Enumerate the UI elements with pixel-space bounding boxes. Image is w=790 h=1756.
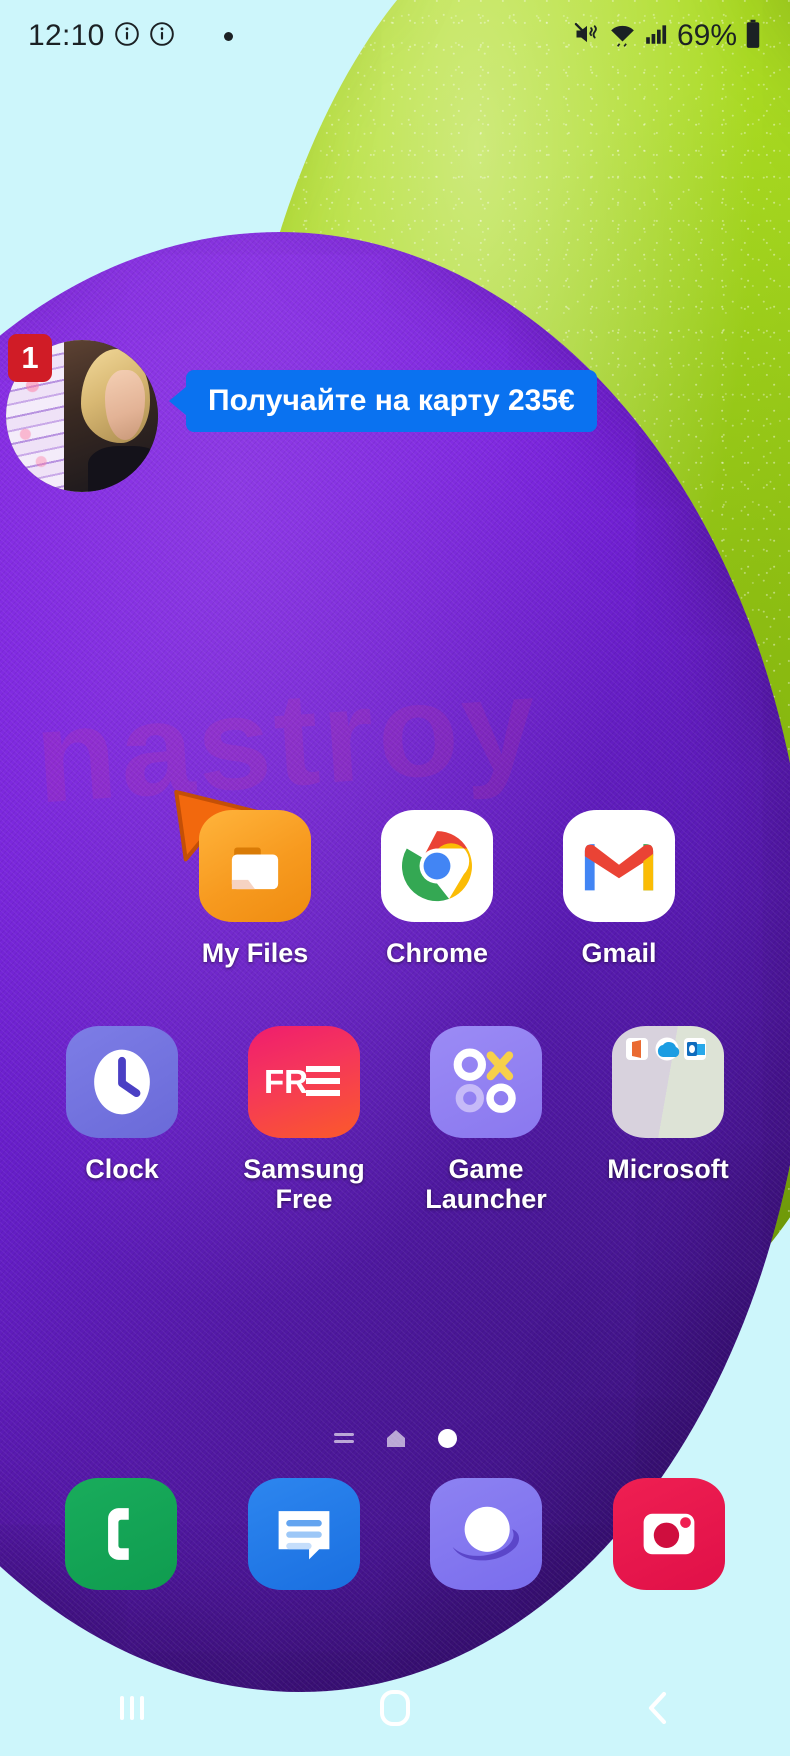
app-label: Clock [85, 1154, 159, 1185]
page-indicator[interactable] [0, 1428, 790, 1448]
app-label: Chrome [385, 938, 488, 968]
app-label: Microsoft [607, 1154, 729, 1185]
camera-icon[interactable] [612, 1478, 725, 1590]
chrome-icon [381, 810, 493, 922]
microsoft-folder-icon [612, 1026, 724, 1139]
outlook-icon [684, 1038, 706, 1061]
battery-percentage: 69% [676, 19, 737, 52]
status-bar-left: 12:10 [28, 19, 233, 53]
app-item-clock[interactable]: Clock [31, 1026, 213, 1214]
gmail-icon [563, 810, 675, 922]
home-square-icon [379, 1690, 410, 1726]
app-item-my-files[interactable]: My Files [164, 810, 346, 968]
info-circle-icon [149, 21, 175, 52]
signal-bars-icon [644, 21, 670, 52]
notification-dot-icon [223, 31, 233, 41]
home-button[interactable] [325, 1660, 465, 1756]
my-files-icon [199, 810, 311, 922]
internet-icon[interactable] [430, 1478, 543, 1590]
promo-message-bubble[interactable]: Получайте на карту 235€ [169, 370, 597, 432]
home-icon[interactable] [386, 1428, 406, 1448]
status-badge: 1 [8, 334, 52, 382]
recents-button[interactable] [62, 1660, 202, 1756]
svg-text:FR: FR [264, 1063, 308, 1100]
clock-icon [66, 1026, 178, 1139]
lines-icon[interactable] [333, 1430, 354, 1446]
app-item-microsoft-folder[interactable]: Microsoft [577, 1026, 759, 1214]
back-chevron-icon [649, 1691, 667, 1725]
status-bar-clock: 12:10 [28, 19, 105, 52]
app-label: Samsung Free [243, 1154, 365, 1215]
app-label: Gmail [581, 938, 657, 968]
promo-notification[interactable]: 1 Получайте на карту 235€ [0, 330, 790, 881]
wifi-icon [608, 19, 637, 53]
app-item-chrome[interactable]: Chrome [346, 810, 528, 968]
battery-icon [744, 19, 762, 54]
status-bar: 12:10 69% [0, 0, 790, 72]
current-page-dot[interactable] [437, 1428, 457, 1448]
app-item-samsung-free[interactable]: FR Samsung Free [213, 1026, 395, 1214]
navigation-bar [0, 1660, 790, 1756]
game-launcher-icon [430, 1026, 542, 1139]
messages-icon[interactable] [247, 1478, 360, 1590]
app-row-2: Clock FR Samsung Free Game Launcher Micr… [0, 1026, 790, 1214]
samsung-free-icon: FR [248, 1026, 360, 1139]
android-home-screen: nastroy 12:10 [0, 0, 790, 1756]
avatar-body [88, 446, 158, 492]
phone-icon[interactable] [65, 1478, 178, 1590]
dock [0, 1478, 790, 1590]
app-grid: My Files Chrome Gmail Clock FR Samsung F… [0, 810, 790, 1215]
office-icon [626, 1038, 648, 1061]
onedrive-icon [655, 1037, 680, 1061]
mute-vibrate-icon [573, 20, 601, 53]
app-label: Game Launcher [425, 1154, 547, 1215]
info-circle-icon [114, 21, 140, 52]
app-item-game-launcher[interactable]: Game Launcher [395, 1026, 577, 1214]
recents-icon [119, 1696, 144, 1720]
avatar-person [63, 340, 158, 492]
app-row-1: My Files Chrome Gmail [0, 810, 790, 968]
status-bar-right: 69% [573, 19, 762, 54]
back-button[interactable] [588, 1660, 728, 1756]
app-item-gmail[interactable]: Gmail [528, 810, 710, 968]
app-label: My Files [201, 938, 309, 968]
